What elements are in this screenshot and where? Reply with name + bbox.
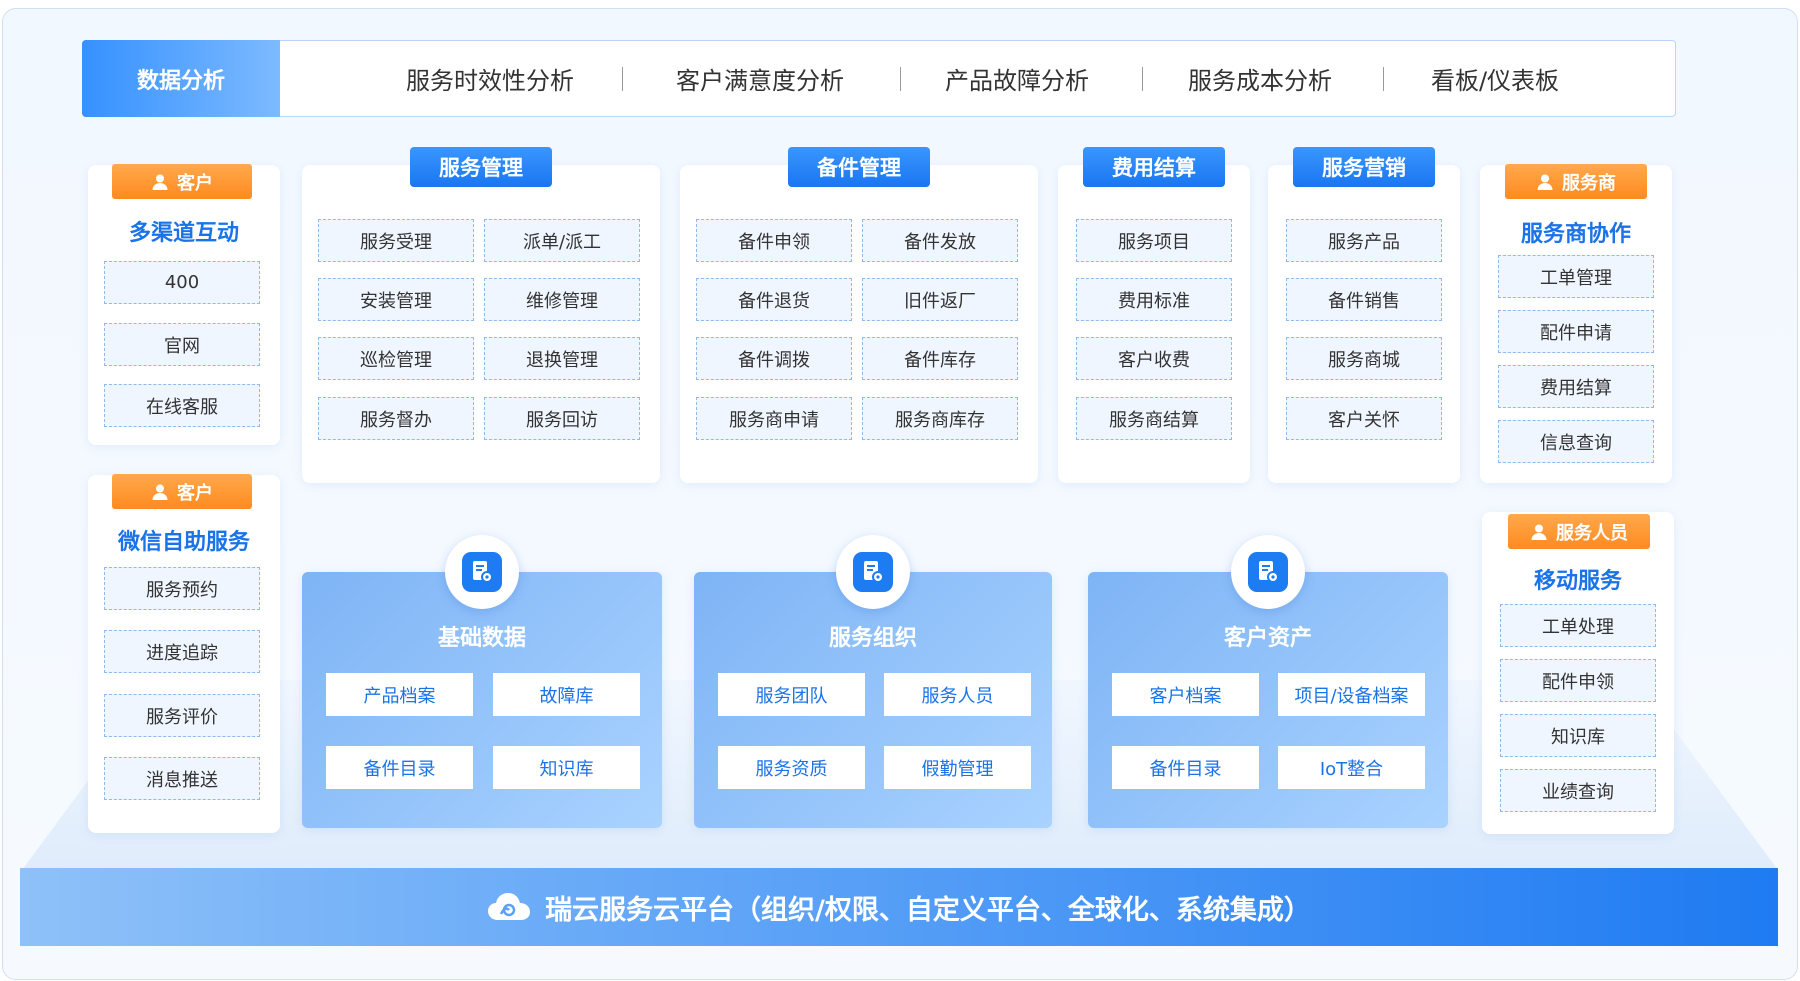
module-item: 服务回访 — [484, 397, 640, 440]
spare-parts-title: 备件管理 — [788, 147, 930, 187]
module-item: 安装管理 — [318, 278, 474, 321]
role-tag-customer: 客户 — [112, 474, 252, 509]
module-item: 备件调拨 — [696, 337, 852, 380]
module-item: 退换管理 — [484, 337, 640, 380]
user-icon — [1531, 524, 1547, 540]
service-marketing-title: 服务营销 — [1293, 147, 1435, 187]
basic-data-title: 基础数据 — [437, 626, 526, 651]
analytics-bar-title: 数据分析 — [82, 40, 280, 117]
foundation-item: 备件目录 — [1112, 746, 1259, 789]
provider-item: 工单管理 — [1498, 255, 1654, 298]
module-item: 服务商申请 — [696, 397, 852, 440]
tab-divider — [622, 67, 623, 91]
tab-divider — [1383, 67, 1384, 91]
wechat-service-item: 服务评价 — [104, 694, 260, 737]
foundation-item: 项目/设备档案 — [1278, 673, 1425, 716]
module-item: 服务产品 — [1286, 219, 1442, 262]
module-item: 服务项目 — [1076, 219, 1232, 262]
provider-collab-title: 服务商协作 — [1520, 222, 1631, 247]
wechat-service-item: 进度追踪 — [104, 630, 260, 673]
foundation-item: 产品档案 — [326, 673, 473, 716]
tab-service-cost: 服务成本分析 — [1188, 67, 1332, 95]
tab-customer-satisfaction: 客户满意度分析 — [676, 67, 844, 95]
mobile-item: 业绩查询 — [1500, 769, 1656, 812]
service-org-badge — [836, 535, 910, 609]
foundation-item: 故障库 — [493, 673, 640, 716]
cloud-platform-bar: 瑞云服务云平台（组织/权限、自定义平台、全球化、系统集成） — [20, 868, 1778, 946]
user-icon — [1537, 174, 1553, 190]
module-item: 服务受理 — [318, 219, 474, 262]
role-tag-customer: 客户 — [112, 164, 252, 199]
role-tag-label: 客户 — [177, 172, 213, 194]
role-tag-provider: 服务商 — [1505, 164, 1647, 199]
foundation-item: 知识库 — [493, 746, 640, 789]
module-item: 备件库存 — [862, 337, 1018, 380]
module-item: 派单/派工 — [484, 219, 640, 262]
document-gear-icon — [864, 561, 884, 583]
channel-item: 400 — [104, 261, 260, 304]
tab-service-timeliness: 服务时效性分析 — [406, 67, 574, 95]
service-org-title: 服务组织 — [828, 626, 917, 651]
module-item: 服务商结算 — [1076, 397, 1232, 440]
role-tag-label: 客户 — [177, 482, 213, 504]
foundation-item: 服务资质 — [718, 746, 865, 789]
user-icon — [152, 174, 168, 190]
tab-divider — [900, 67, 901, 91]
user-icon — [152, 484, 168, 500]
module-item: 备件销售 — [1286, 278, 1442, 321]
foundation-item: 服务人员 — [884, 673, 1031, 716]
cloud-platform-label: 瑞云服务云平台（组织/权限、自定义平台、全球化、系统集成） — [545, 894, 1311, 926]
module-item: 服务商库存 — [862, 397, 1018, 440]
tab-divider — [1142, 67, 1143, 91]
module-item: 客户关怀 — [1286, 397, 1442, 440]
foundation-item: 备件目录 — [326, 746, 473, 789]
customer-assets-badge — [1231, 535, 1305, 609]
document-gear-icon — [1259, 561, 1279, 583]
mobile-item: 知识库 — [1500, 714, 1656, 757]
document-gear-icon — [473, 561, 493, 583]
foundation-item: 服务团队 — [718, 673, 865, 716]
channel-item: 官网 — [104, 323, 260, 366]
tab-product-fault: 产品故障分析 — [945, 67, 1089, 95]
channel-item: 在线客服 — [104, 384, 260, 427]
foundation-item: 客户档案 — [1112, 673, 1259, 716]
provider-item: 费用结算 — [1498, 365, 1654, 408]
role-tag-label: 服务商 — [1562, 172, 1616, 194]
module-item: 备件申领 — [696, 219, 852, 262]
module-item: 备件发放 — [862, 219, 1018, 262]
module-item: 客户收费 — [1076, 337, 1232, 380]
module-item: 维修管理 — [484, 278, 640, 321]
module-item: 巡检管理 — [318, 337, 474, 380]
role-tag-service-staff: 服务人员 — [1508, 514, 1650, 549]
fee-settlement-title: 费用结算 — [1083, 147, 1225, 187]
basic-data-badge — [445, 535, 519, 609]
module-item: 备件退货 — [696, 278, 852, 321]
cloud-icon — [488, 893, 531, 920]
provider-item: 信息查询 — [1498, 420, 1654, 463]
customer-assets-title: 客户资产 — [1223, 626, 1312, 651]
foundation-item: IoT整合 — [1278, 746, 1425, 789]
module-item: 服务督办 — [318, 397, 474, 440]
role-tag-label: 服务人员 — [1556, 522, 1628, 544]
module-item: 费用标准 — [1076, 278, 1232, 321]
service-management-title: 服务管理 — [410, 147, 552, 187]
mobile-item: 配件申领 — [1500, 659, 1656, 702]
wechat-service-item: 消息推送 — [104, 757, 260, 800]
provider-item: 配件申请 — [1498, 310, 1654, 353]
multichannel-title: 多渠道互动 — [128, 221, 239, 246]
wechat-service-item: 服务预约 — [104, 567, 260, 610]
mobile-service-title: 移动服务 — [1533, 569, 1622, 594]
mobile-item: 工单处理 — [1500, 604, 1656, 647]
tab-dashboard: 看板/仪表板 — [1430, 67, 1560, 95]
module-item: 服务商城 — [1286, 337, 1442, 380]
module-item: 旧件返厂 — [862, 278, 1018, 321]
foundation-item: 假勤管理 — [884, 746, 1031, 789]
wechat-self-service-title: 微信自助服务 — [117, 530, 250, 555]
